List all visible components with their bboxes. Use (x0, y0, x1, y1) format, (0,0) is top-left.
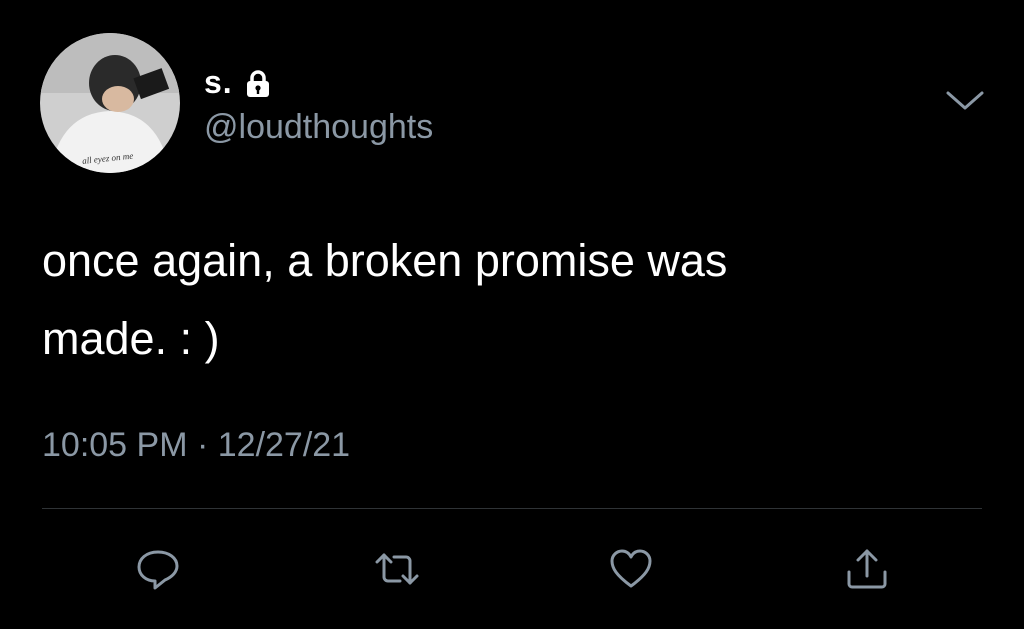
tweet-text-line: once again, a broken promise was (42, 235, 728, 286)
chevron-down-icon[interactable] (944, 88, 986, 114)
heart-icon (610, 549, 652, 588)
avatar[interactable]: all eyez on me (40, 33, 180, 173)
tweet-text: once again, a broken promise was made. :… (42, 222, 962, 378)
timestamp[interactable]: 10:05 PM · 12/27/21 (42, 426, 350, 465)
like-button[interactable] (606, 544, 656, 594)
divider (42, 508, 982, 509)
share-button[interactable] (842, 544, 892, 594)
display-name[interactable]: s. (204, 64, 233, 101)
reply-icon (137, 550, 179, 590)
retweet-icon (375, 553, 419, 585)
reply-button[interactable] (133, 544, 183, 594)
retweet-button[interactable] (372, 544, 422, 594)
display-name-row[interactable]: s. (204, 64, 271, 101)
user-handle[interactable]: @loudthoughts (204, 108, 433, 147)
tweet-text-line: made. : ) (42, 313, 220, 364)
lock-icon (245, 69, 271, 97)
share-icon (847, 549, 887, 589)
